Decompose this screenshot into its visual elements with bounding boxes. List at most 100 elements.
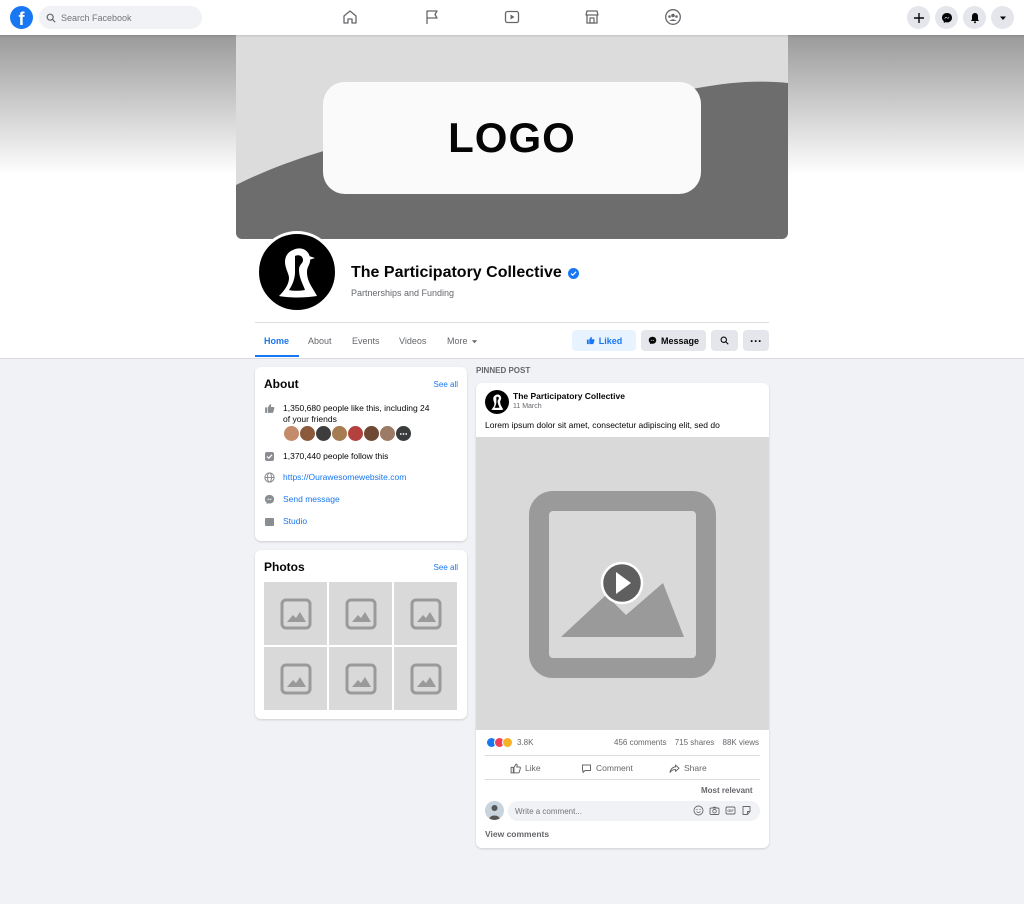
studio-link[interactable]: Studio: [283, 516, 307, 526]
user-avatar-icon: [489, 805, 500, 820]
about-likes-friends-text: of your friends: [283, 414, 337, 424]
current-user-avatar[interactable]: [485, 801, 504, 820]
follow-check-icon: [265, 452, 274, 461]
more-options-button[interactable]: ···: [743, 330, 769, 351]
photo-grid: [264, 582, 457, 710]
comments-count[interactable]: 456 comments: [614, 738, 666, 747]
gif-icon[interactable]: GIF: [725, 805, 736, 816]
flag-icon: [426, 10, 438, 24]
image-placeholder-icon: [345, 598, 376, 629]
reactions-summary[interactable]: 3.8K: [486, 737, 533, 748]
liked-button[interactable]: Liked: [572, 330, 636, 351]
sticker-icon[interactable]: [741, 805, 752, 816]
friend-avatar[interactable]: [299, 425, 316, 442]
page-search-button[interactable]: [711, 330, 738, 351]
friend-avatar[interactable]: [331, 425, 348, 442]
messenger-icon: [264, 494, 275, 505]
friend-avatar[interactable]: [347, 425, 364, 442]
top-navigation-bar: f: [0, 0, 1024, 35]
tab-videos[interactable]: Videos: [399, 336, 426, 346]
notifications-button[interactable]: [963, 6, 986, 29]
page-category: Partnerships and Funding: [351, 288, 455, 298]
post-divider: [485, 755, 760, 756]
tab-events[interactable]: Events: [352, 336, 380, 346]
verified-badge-icon: [567, 267, 579, 279]
comment-composer[interactable]: GIF: [508, 801, 760, 821]
wow-reaction-icon: [502, 737, 513, 748]
image-placeholder-icon: [345, 663, 376, 694]
watch-nav-button[interactable]: [503, 8, 521, 26]
tabs-divider: [255, 322, 769, 323]
create-button[interactable]: [907, 6, 930, 29]
send-message-link[interactable]: Send message: [283, 494, 340, 504]
plus-icon: [913, 12, 924, 23]
about-likes-text: 1,350,680 people like this, including 24: [283, 403, 430, 413]
comment-input[interactable]: [515, 806, 685, 816]
page-name-text: The Participatory Collective: [351, 264, 562, 281]
photos-see-all-link[interactable]: See all: [434, 563, 458, 572]
post-author-avatar[interactable]: [485, 390, 509, 414]
messenger-icon: [648, 336, 657, 345]
friend-avatar[interactable]: [283, 425, 300, 442]
friend-avatar[interactable]: [379, 425, 396, 442]
photo-thumbnail[interactable]: [264, 647, 327, 710]
home-nav-button[interactable]: [341, 8, 359, 26]
share-action-button[interactable]: Share: [669, 761, 707, 775]
messenger-icon: [941, 12, 952, 23]
reactions-count: 3.8K: [517, 738, 534, 747]
account-menu-button[interactable]: [991, 6, 1014, 29]
post-stats: 456 comments 715 shares 88K views: [608, 738, 759, 747]
like-action-button[interactable]: Like: [510, 761, 541, 775]
message-button-label: Message: [660, 335, 700, 346]
profile-penguin-icon: [491, 394, 504, 411]
tab-more[interactable]: More: [447, 336, 478, 346]
video-placeholder: [529, 491, 716, 678]
about-see-all-link[interactable]: See all: [434, 380, 458, 389]
active-tab-indicator: [255, 355, 299, 357]
photo-thumbnail[interactable]: [329, 647, 392, 710]
globe-icon: [264, 472, 275, 483]
image-placeholder-icon: [410, 663, 441, 694]
view-comments-link[interactable]: View comments: [485, 829, 549, 839]
comment-sort-dropdown[interactable]: Most relevant: [701, 786, 753, 795]
pages-nav-button[interactable]: [423, 8, 441, 26]
thumbs-up-icon: [586, 336, 595, 345]
photo-thumbnail[interactable]: [394, 582, 457, 645]
about-follows-row: 1,370,440 people follow this: [264, 451, 388, 462]
image-placeholder-icon: [280, 598, 311, 629]
tab-about[interactable]: About: [308, 336, 332, 346]
facebook-logo-icon[interactable]: f: [10, 6, 33, 29]
camera-icon[interactable]: [709, 805, 720, 816]
shares-count[interactable]: 715 shares: [675, 738, 715, 747]
post-author-name[interactable]: The Participatory Collective: [513, 391, 625, 401]
like-action-label: Like: [525, 763, 541, 773]
friend-avatar[interactable]: [363, 425, 380, 442]
website-link[interactable]: https://Ourawesomewebsite.com: [283, 472, 406, 482]
emoji-icon[interactable]: [693, 805, 704, 816]
post-video[interactable]: [476, 437, 769, 730]
about-title: About: [264, 377, 299, 391]
tab-more-label: More: [447, 336, 468, 346]
liked-button-label: Liked: [598, 335, 623, 346]
friend-avatar[interactable]: [315, 425, 332, 442]
tab-home[interactable]: Home: [264, 336, 289, 346]
bell-icon: [970, 12, 979, 23]
watch-icon: [504, 10, 520, 24]
marketplace-nav-button[interactable]: [583, 8, 601, 26]
messenger-button[interactable]: [935, 6, 958, 29]
groups-nav-button[interactable]: [664, 8, 682, 26]
search-bar[interactable]: [39, 6, 202, 29]
more-friends-icon[interactable]: [395, 425, 412, 442]
header-divider: [0, 358, 1024, 359]
comment-action-button[interactable]: Comment: [581, 761, 633, 775]
photos-title: Photos: [264, 560, 305, 574]
photo-thumbnail[interactable]: [394, 647, 457, 710]
page-profile-picture[interactable]: [256, 231, 338, 313]
message-button[interactable]: Message: [641, 330, 706, 351]
photo-thumbnail[interactable]: [329, 582, 392, 645]
photo-thumbnail[interactable]: [264, 582, 327, 645]
search-input[interactable]: [61, 12, 201, 23]
friends-avatars[interactable]: [283, 425, 412, 442]
post-text: Lorem ipsum dolor sit amet, consectetur …: [485, 420, 720, 430]
post-date[interactable]: 11 March: [513, 403, 542, 410]
